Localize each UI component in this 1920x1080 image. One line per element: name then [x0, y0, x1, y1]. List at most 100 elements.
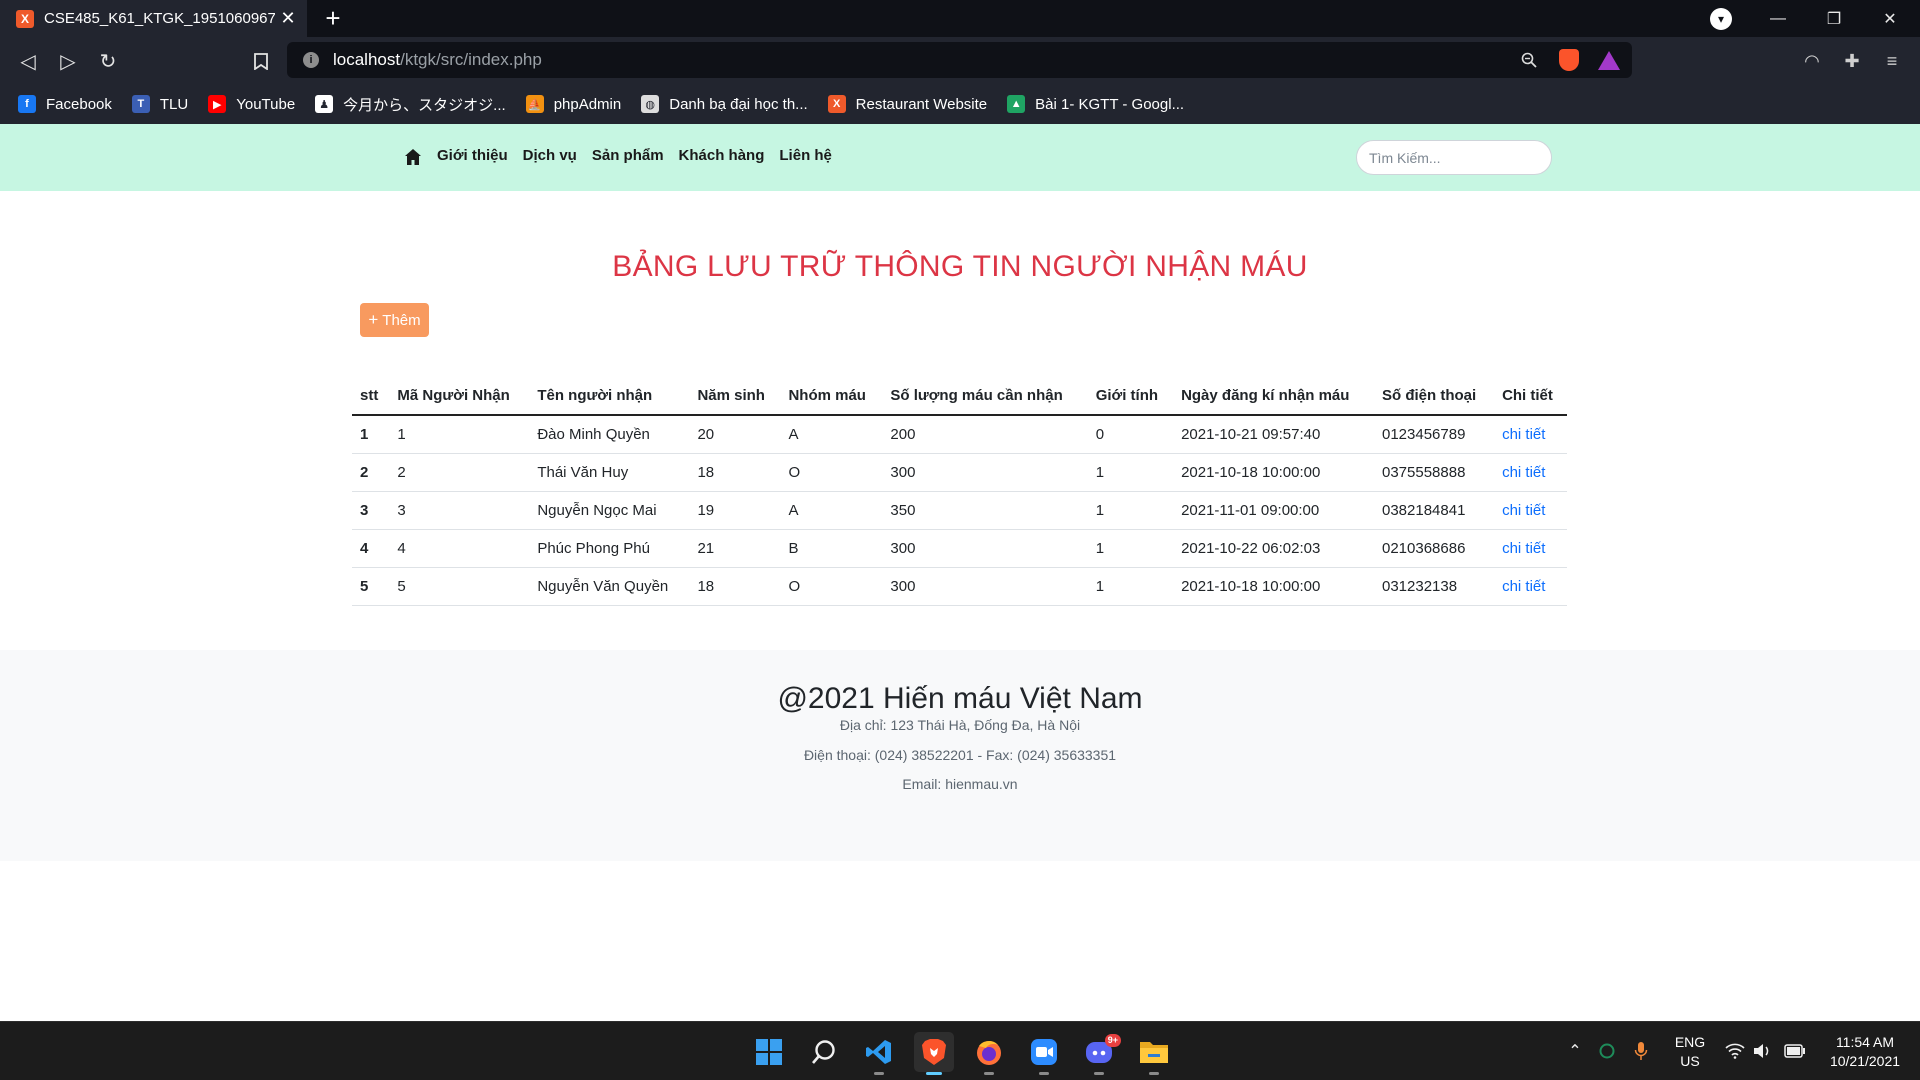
- site-footer: @2021 Hiến máu Việt Nam Địa chỉ: 123 Thá…: [0, 650, 1920, 861]
- google-drive-icon: ▲: [1007, 95, 1026, 113]
- site-navbar: Giới thiệu Dịch vụ Sản phẩm Khách hàng L…: [0, 124, 1920, 191]
- nav-link-lien-he[interactable]: Liên hệ: [779, 147, 832, 164]
- windows-taskbar: 9+ ⌃ ENG US 11:54 AM 10/21/2021: [0, 1021, 1920, 1080]
- phpmyadmin-icon: ⛵: [525, 95, 544, 113]
- search-icon[interactable]: [804, 1032, 844, 1072]
- bookmark-item[interactable]: X Restaurant Website: [827, 95, 988, 113]
- browser-titlebar: X CSE485_K61_KTGK_1951060967 ✕ + ▾ — ❐ ✕: [0, 0, 1920, 37]
- tab-search-icon[interactable]: ▾: [1710, 8, 1732, 30]
- url-path: /ktgk/src/index.php: [400, 50, 542, 69]
- table-cell: 4: [389, 529, 530, 568]
- zoom-icon[interactable]: [1516, 47, 1542, 73]
- column-header: Ngày đăng kí nhận máu: [1173, 377, 1374, 416]
- column-header: Năm sinh: [689, 377, 781, 416]
- table-cell: 0: [1087, 415, 1174, 454]
- new-tab-button[interactable]: +: [318, 3, 348, 33]
- running-indicator: [1039, 1072, 1049, 1075]
- detail-link[interactable]: chi tiết: [1494, 415, 1567, 454]
- bookmark-icon[interactable]: [246, 46, 276, 76]
- bookmark-item[interactable]: ▲ Bài 1- KGTT - Googl...: [1007, 95, 1184, 113]
- bookmark-label: TLU: [159, 95, 189, 113]
- running-indicator: [874, 1072, 884, 1075]
- nav-link-dich-vu[interactable]: Dịch vụ: [523, 147, 577, 164]
- column-header: Chi tiết: [1494, 377, 1567, 416]
- wifi-icon[interactable]: [1724, 1040, 1746, 1062]
- bookmark-item[interactable]: ⛵ phpAdmin: [525, 95, 622, 113]
- brave-shields-icon[interactable]: [1556, 47, 1582, 73]
- tab-title: CSE485_K61_KTGK_1951060967: [44, 10, 275, 27]
- table-row: 5 5 Nguyễn Văn Quyền 18 O 300 1 2021-10-18 10:0…: [352, 567, 1567, 606]
- file-explorer-icon[interactable]: [1134, 1032, 1174, 1075]
- nav-link-khach-hang[interactable]: Khách hàng: [679, 147, 765, 164]
- bookmark-label: YouTube: [236, 95, 296, 113]
- site-info-icon[interactable]: i: [303, 52, 319, 68]
- bookmark-label: Facebook: [46, 95, 112, 113]
- bookmark-item[interactable]: ♟ 今月から、スタジオジ...: [315, 94, 506, 115]
- table-cell: 300: [882, 453, 1088, 492]
- start-icon[interactable]: [749, 1032, 789, 1072]
- nav-links: Giới thiệu Dịch vụ Sản phẩm Khách hàng L…: [437, 147, 832, 164]
- detail-link[interactable]: chi tiết: [1494, 453, 1567, 492]
- table-cell: 2: [389, 453, 530, 492]
- bookmark-label: Restaurant Website: [855, 95, 988, 113]
- xampp-icon: X: [827, 95, 846, 113]
- running-indicator: [926, 1072, 942, 1075]
- volume-icon[interactable]: [1752, 1040, 1774, 1062]
- menu-icon[interactable]: ≡: [1877, 46, 1907, 76]
- bookmark-item[interactable]: ▶ YouTube: [208, 95, 295, 113]
- vpn-icon[interactable]: ◠: [1797, 46, 1827, 76]
- bookmark-item[interactable]: f Facebook: [18, 95, 112, 113]
- bookmark-item[interactable]: T TLU: [131, 95, 189, 113]
- discord-icon[interactable]: 9+: [1079, 1032, 1121, 1075]
- table-cell: 0382184841: [1374, 491, 1495, 530]
- reload-icon[interactable]: ↻: [93, 46, 123, 76]
- close-window-icon[interactable]: ✕: [1862, 0, 1918, 37]
- back-icon[interactable]: ◁: [13, 46, 43, 76]
- tray-app-icon[interactable]: [1596, 1040, 1618, 1062]
- firefox-icon[interactable]: [969, 1032, 1009, 1075]
- add-button[interactable]: + Thêm: [360, 303, 429, 337]
- forward-icon[interactable]: ▷: [53, 46, 83, 76]
- restore-icon[interactable]: ❐: [1806, 0, 1862, 37]
- bookmark-label: phpAdmin: [553, 95, 622, 113]
- bookmark-item[interactable]: ◍ Danh bạ đại học th...: [641, 95, 808, 113]
- bookmarks-bar: f Facebook T TLU ▶ YouTube ♟ 今月から、スタジオジ... ⛵ phpA…: [0, 84, 1920, 124]
- brave-rewards-icon[interactable]: [1596, 47, 1622, 73]
- search-input[interactable]: [1356, 140, 1552, 175]
- home-icon[interactable]: [404, 148, 422, 166]
- address-bar[interactable]: i localhost/ktgk/src/index.php: [287, 42, 1632, 78]
- battery-icon[interactable]: [1784, 1040, 1806, 1062]
- bookmark-label: Bài 1- KGTT - Googl...: [1035, 95, 1185, 113]
- vscode-icon[interactable]: [859, 1032, 899, 1075]
- table-cell: 1: [1087, 491, 1174, 530]
- nav-link-san-pham[interactable]: Sản phẩm: [592, 147, 664, 164]
- detail-link[interactable]: chi tiết: [1494, 567, 1567, 606]
- extensions-icon[interactable]: ✚: [1837, 46, 1867, 76]
- detail-link[interactable]: chi tiết: [1494, 491, 1567, 530]
- nav-link-gioi-thieu[interactable]: Giới thiệu: [437, 147, 508, 164]
- web-page: Giới thiệu Dịch vụ Sản phẩm Khách hàng L…: [0, 124, 1920, 1021]
- tlu-icon: T: [131, 95, 150, 113]
- table-cell: 300: [882, 529, 1088, 568]
- chevron-up-icon[interactable]: ⌃: [1564, 1040, 1586, 1062]
- table-row: 3 3 Nguyễn Ngọc Mai 19 A 350 1 2021-11-01 09:00…: [352, 491, 1567, 530]
- xampp-icon: X: [16, 9, 34, 28]
- detail-link[interactable]: chi tiết: [1494, 529, 1567, 568]
- zoom-app-icon[interactable]: [1024, 1032, 1064, 1075]
- running-indicator: [984, 1072, 994, 1075]
- clock[interactable]: 11:54 AM 10/21/2021: [1820, 1033, 1910, 1071]
- minimize-icon[interactable]: —: [1750, 0, 1806, 37]
- table-cell: 18: [689, 453, 781, 492]
- table-cell: A: [780, 491, 883, 530]
- microphone-icon[interactable]: [1630, 1040, 1652, 1062]
- brave-browser-icon[interactable]: [914, 1032, 954, 1075]
- table-cell: 1: [1087, 529, 1174, 568]
- footer-address: Địa chỉ: 123 Thái Hà, Đống Đa, Hà Nội: [839, 717, 1081, 733]
- language-indicator[interactable]: ENG US: [1673, 1033, 1707, 1071]
- table-cell: O: [780, 567, 883, 606]
- notification-badge: 9+: [1104, 1034, 1121, 1047]
- column-header: Số điện thoại: [1374, 377, 1495, 416]
- browser-tab[interactable]: X CSE485_K61_KTGK_1951060967 ✕: [0, 0, 307, 37]
- table-cell: 18: [689, 567, 781, 606]
- close-tab-icon[interactable]: ✕: [275, 8, 301, 29]
